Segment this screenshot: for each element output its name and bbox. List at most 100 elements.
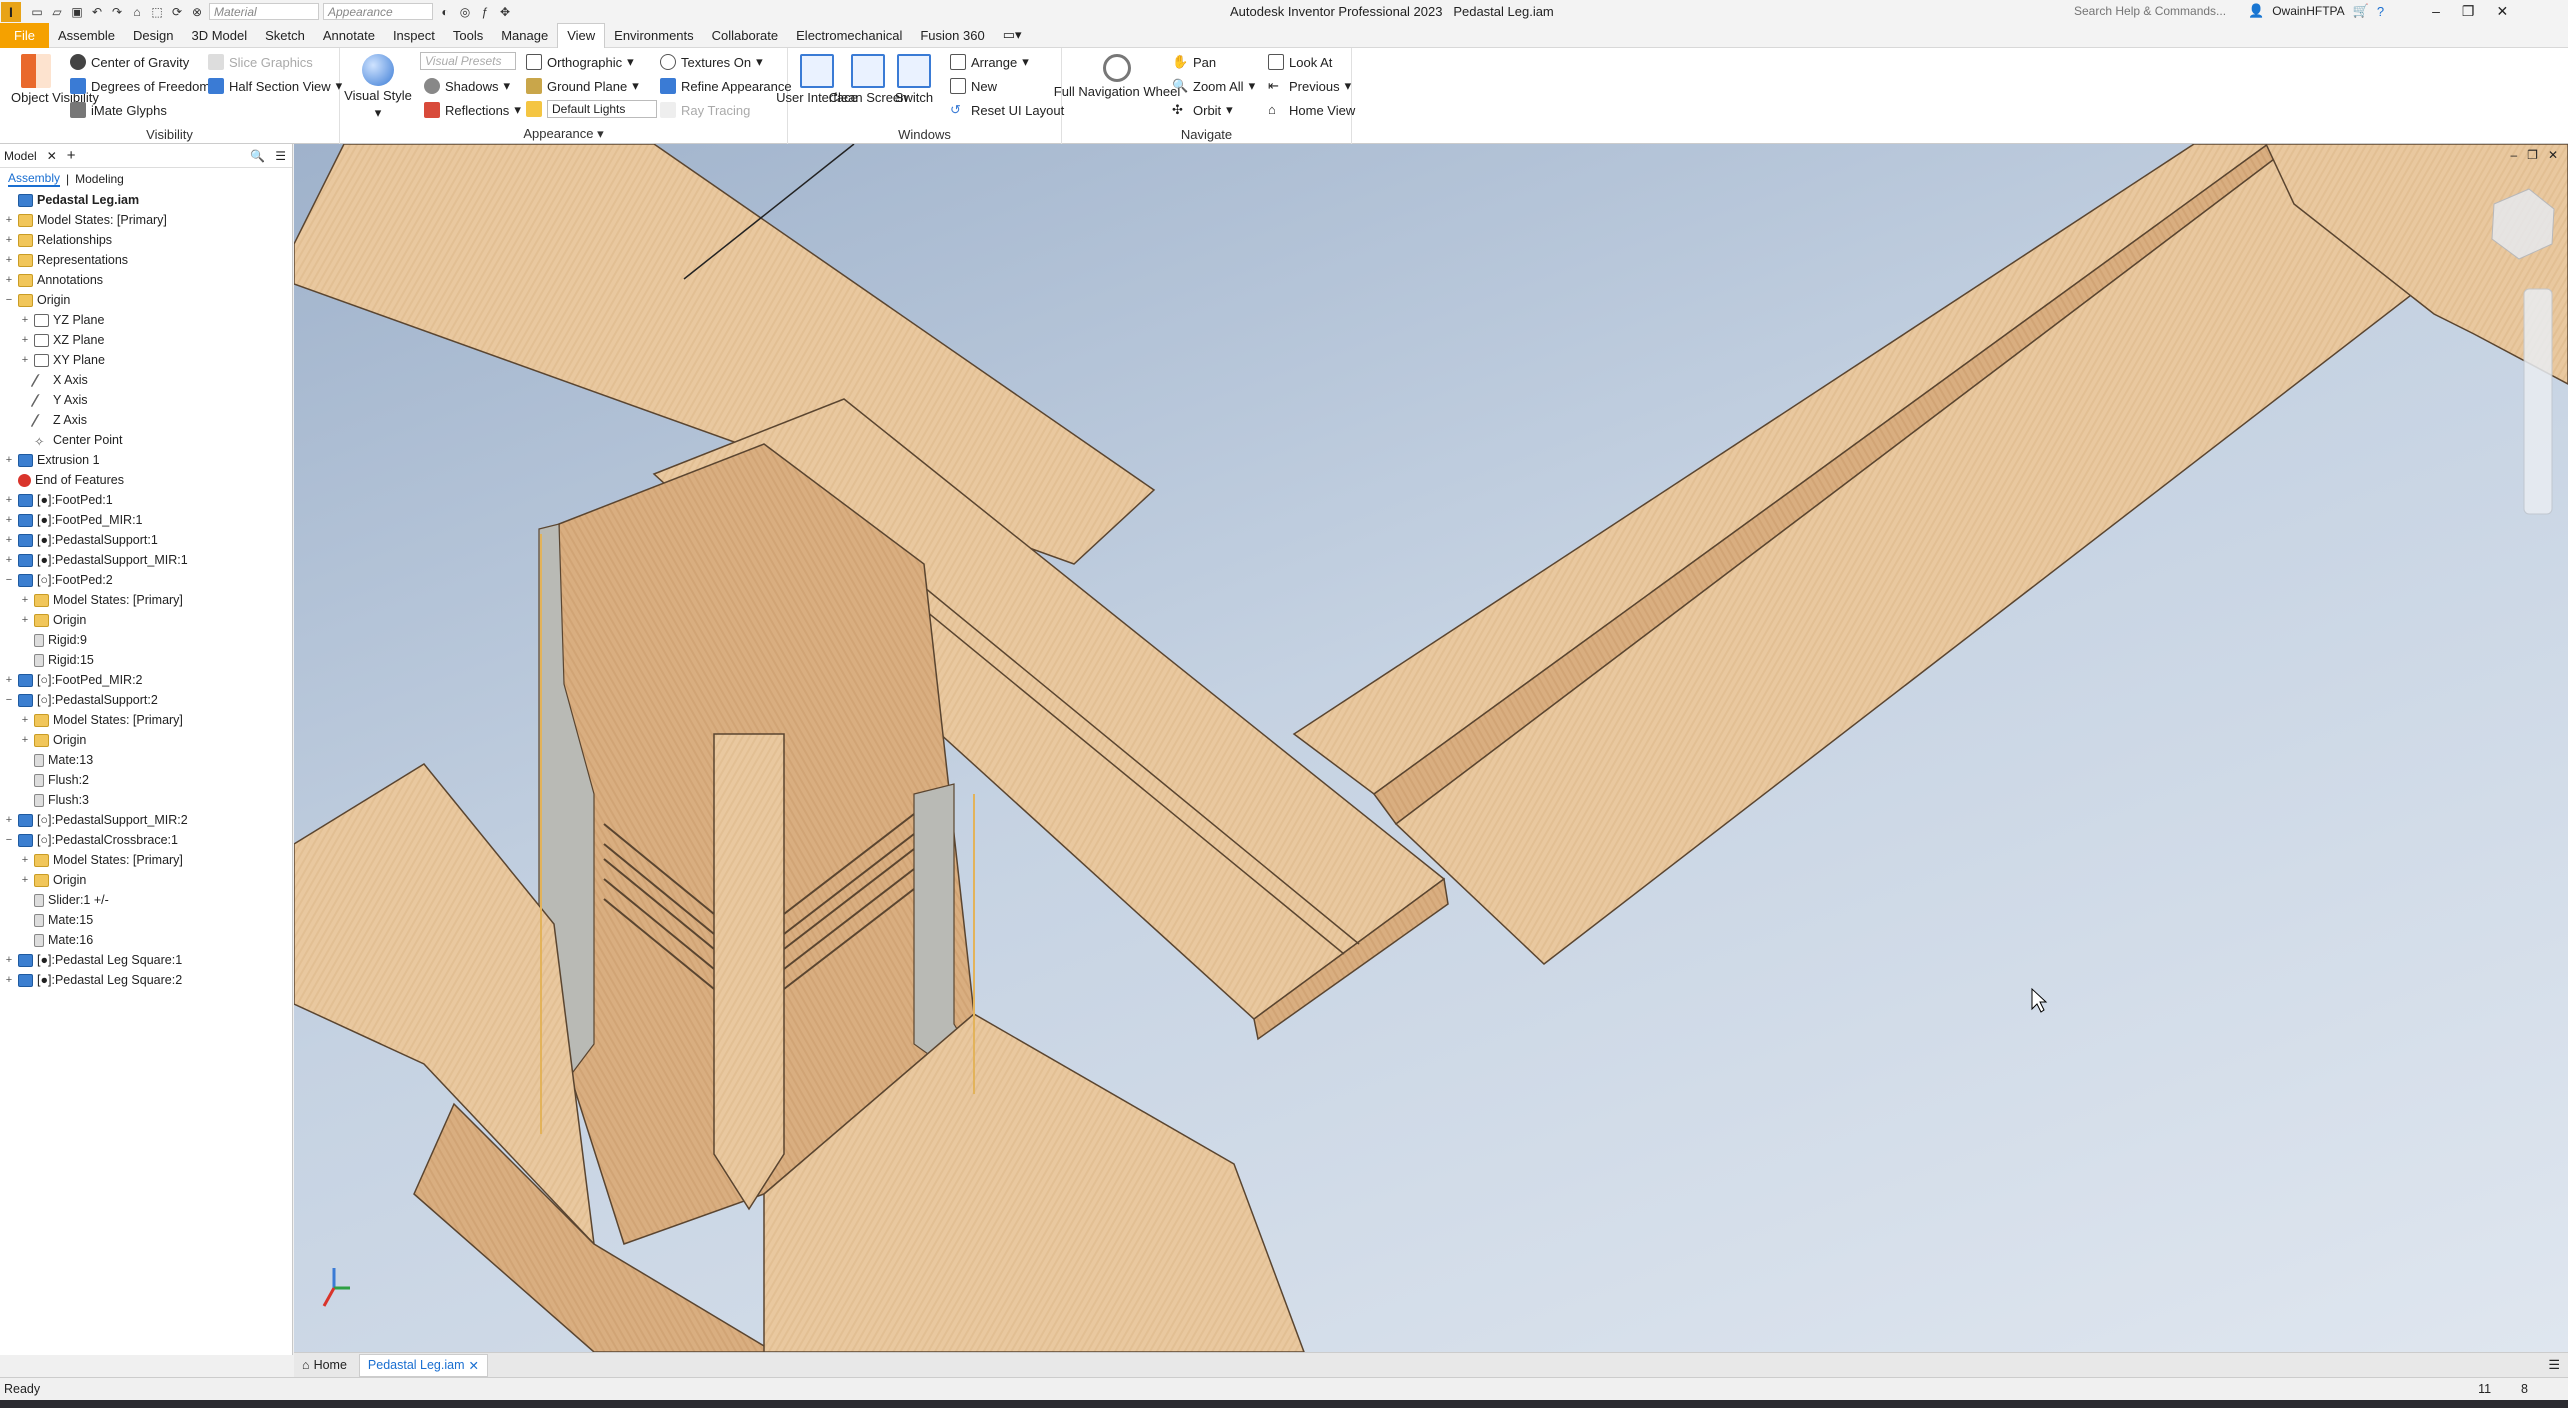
tree-item[interactable]: X Axis	[20, 370, 88, 390]
tab-tools[interactable]: Tools	[444, 23, 492, 48]
save-icon[interactable]: ▣	[69, 4, 85, 20]
degrees-of-freedom-button[interactable]: Degrees of Freedom	[70, 78, 210, 94]
arrange-button[interactable]: Arrange ▾	[950, 54, 1029, 70]
tab-model[interactable]: Model	[4, 149, 37, 163]
appearance-dropdown[interactable]: Appearance	[323, 3, 433, 20]
expand-toggle-icon[interactable]: +	[20, 734, 30, 746]
tab-view[interactable]: View	[557, 22, 606, 48]
expand-toggle-icon[interactable]: −	[4, 694, 14, 706]
expand-toggle-icon[interactable]: +	[4, 534, 14, 546]
orbit-button[interactable]: ✣ Orbit ▾	[1172, 102, 1233, 118]
close-icon[interactable]: ✕	[2496, 3, 2508, 20]
tree-item[interactable]: + Extrusion 1	[4, 450, 100, 470]
add-browser-tab-icon[interactable]: +	[67, 147, 76, 164]
zoom-all-button[interactable]: 🔍 Zoom All ▾	[1172, 78, 1255, 94]
home-icon[interactable]: ⌂	[129, 4, 145, 20]
expand-toggle-icon[interactable]: −	[4, 574, 14, 586]
tree-item[interactable]: Rigid:9	[20, 630, 87, 650]
tab-menu-icon[interactable]: ☰	[2548, 1357, 2560, 1373]
expand-toggle-icon[interactable]: +	[4, 514, 14, 526]
tree-item[interactable]: + [●]:PedastalSupport:1	[4, 530, 158, 550]
select-icon[interactable]: ⬚	[149, 4, 165, 20]
user-icon[interactable]: 👤	[2248, 3, 2264, 19]
expand-toggle-icon[interactable]: +	[20, 614, 30, 626]
tab-sketch[interactable]: Sketch	[256, 23, 314, 48]
expand-toggle-icon[interactable]: +	[4, 454, 14, 466]
appearance-group-label[interactable]: Appearance ▾	[340, 126, 787, 142]
tree-item[interactable]: + Origin	[20, 870, 87, 890]
orthographic-button[interactable]: Orthographic ▾	[526, 54, 634, 70]
tree-item[interactable]: + Representations	[4, 250, 128, 270]
tree-item[interactable]: + XY Plane	[20, 350, 105, 370]
close-doc-tab-icon[interactable]: ✕	[469, 1358, 479, 1373]
tree-item[interactable]: Slider:1 +/-	[20, 890, 109, 910]
expand-toggle-icon[interactable]: +	[20, 334, 30, 346]
tab-pedastal-leg[interactable]: Pedastal Leg.iam ✕	[358, 1353, 488, 1377]
undo-icon[interactable]: ↶	[89, 4, 105, 20]
tab-home[interactable]: ⌂ Home	[294, 1355, 355, 1375]
ribbon-options-icon[interactable]: ▭▾	[994, 23, 1031, 48]
subtab-assembly[interactable]: Assembly	[8, 171, 61, 187]
ground-plane-button[interactable]: Ground Plane ▾	[526, 78, 639, 94]
home-view-button[interactable]: ⌂ Home View	[1268, 102, 1355, 118]
help-icon[interactable]: ?	[2377, 4, 2384, 19]
slice-graphics-button[interactable]: Slice Graphics	[208, 54, 313, 70]
maximize-icon[interactable]: ❐	[2462, 3, 2475, 20]
tab-environments[interactable]: Environments	[605, 23, 702, 48]
tree-item[interactable]: + [●]:PedastalSupport_MIR:1	[4, 550, 188, 570]
update-icon[interactable]: ⟳	[169, 4, 185, 20]
tree-item[interactable]: − [○]:FootPed:2	[4, 570, 113, 590]
search-browser-icon[interactable]: 🔍	[250, 149, 265, 163]
material-dropdown[interactable]: Material	[209, 3, 319, 20]
search-input[interactable]	[2060, 1, 2240, 21]
tree-item[interactable]: Flush:2	[20, 770, 89, 790]
center-of-gravity-button[interactable]: Center of Gravity	[70, 54, 189, 70]
tab-collaborate[interactable]: Collaborate	[703, 23, 788, 48]
tree-item[interactable]: Mate:16	[20, 930, 93, 950]
tree-item[interactable]: Pedastal Leg.iam	[4, 190, 139, 210]
tree-item[interactable]: − Origin	[4, 290, 71, 310]
expand-toggle-icon[interactable]: +	[4, 814, 14, 826]
imate-glyphs-button[interactable]: iMate Glyphs	[70, 102, 167, 118]
fx-icon[interactable]: ƒ	[477, 4, 493, 20]
new-window-button[interactable]: New	[950, 78, 997, 94]
expand-toggle-icon[interactable]: +	[20, 854, 30, 866]
tree-item[interactable]: Mate:15	[20, 910, 93, 930]
previous-view-button[interactable]: ⇤ Previous ▾	[1268, 78, 1351, 94]
tree-item[interactable]: + [○]:PedastalSupport_MIR:2	[4, 810, 188, 830]
clean-screen-button[interactable]: Clean Screen	[829, 54, 907, 105]
tree-item[interactable]: Flush:3	[20, 790, 89, 810]
tab-3d-model[interactable]: 3D Model	[183, 23, 257, 48]
tree-item[interactable]: + YZ Plane	[20, 310, 105, 330]
tree-item[interactable]: + Relationships	[4, 230, 112, 250]
model-canvas[interactable]	[294, 144, 2568, 1352]
tree-item[interactable]: ✧ Center Point	[20, 430, 122, 450]
tree-item[interactable]: + [●]:Pedastal Leg Square:2	[4, 970, 182, 990]
tree-item[interactable]: + Origin	[20, 730, 87, 750]
tab-manage[interactable]: Manage	[492, 23, 557, 48]
expand-toggle-icon[interactable]: +	[4, 494, 14, 506]
tree-item[interactable]: Mate:13	[20, 750, 93, 770]
reflections-button[interactable]: Reflections ▾	[424, 102, 521, 118]
tree-item[interactable]: + XZ Plane	[20, 330, 105, 350]
cart-icon[interactable]: 🛒	[2353, 3, 2369, 19]
expand-toggle-icon[interactable]: +	[4, 974, 14, 986]
textures-on-button[interactable]: Textures On ▾	[660, 54, 763, 70]
tree-item[interactable]: + [○]:FootPed_MIR:2	[4, 670, 143, 690]
new-icon[interactable]: ▭	[29, 4, 45, 20]
inventor-logo-icon[interactable]: I	[1, 1, 21, 22]
expand-toggle-icon[interactable]: +	[4, 954, 14, 966]
visual-style-button[interactable]: Visual Style ▾	[344, 54, 412, 120]
expand-toggle-icon[interactable]: −	[4, 294, 14, 306]
tree-item[interactable]: + [●]:FootPed_MIR:1	[4, 510, 143, 530]
tree-item[interactable]: + Model States: [Primary]	[4, 210, 167, 230]
full-navigation-wheel-button[interactable]: Full Navigation Wheel	[1054, 54, 1180, 99]
clear-icon[interactable]: ◎	[457, 4, 473, 20]
tree-item[interactable]: + Annotations	[4, 270, 103, 290]
leg-web[interactable]	[713, 733, 785, 1211]
look-at-button[interactable]: Look At	[1268, 54, 1332, 70]
tree-item[interactable]: Z Axis	[20, 410, 87, 430]
reset-ui-layout-button[interactable]: ↺ Reset UI Layout	[950, 102, 1064, 118]
adjust-icon[interactable]: ◐	[437, 4, 453, 20]
switch-button[interactable]: Switch	[894, 54, 934, 105]
